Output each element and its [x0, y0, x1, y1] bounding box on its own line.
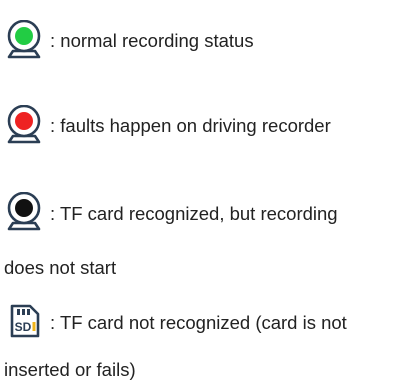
red-camera-status-icon	[7, 105, 41, 144]
legend-item-label: : TF card not recognized (card is not	[50, 312, 347, 333]
sd-card-icon: SD	[10, 304, 40, 338]
legend-item-label: : normal recording status	[50, 30, 254, 51]
status-legend: : normal recording status : faults happe…	[0, 0, 419, 390]
legend-item-card-recognized: : TF card recognized, but recording	[4, 192, 414, 232]
legend-item-fault: : faults happen on driving recorder	[4, 105, 414, 145]
legend-item-label-continued: inserted or fails)	[4, 359, 136, 380]
sd-card-label: SD	[15, 320, 32, 334]
legend-item-label: : faults happen on driving recorder	[50, 115, 331, 136]
legend-item-card-not-recognized: SD : TF card not recognized (card is not	[4, 300, 414, 340]
legend-item-normal: : normal recording status	[4, 20, 404, 60]
legend-item-label-continued: does not start	[4, 257, 117, 278]
legend-item-label: : TF card recognized, but recording	[50, 203, 338, 224]
black-camera-status-icon	[7, 192, 41, 231]
green-camera-status-icon	[7, 20, 41, 59]
